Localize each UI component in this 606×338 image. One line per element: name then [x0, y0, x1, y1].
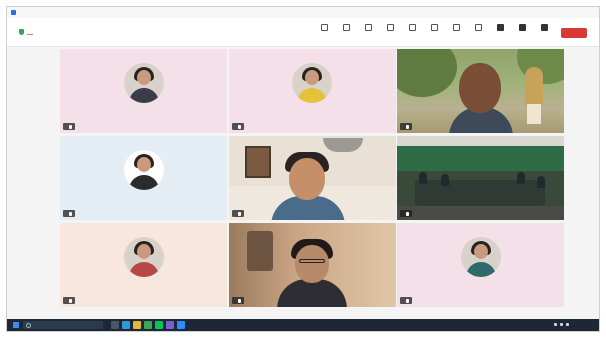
edge-browser-icon[interactable] — [122, 321, 130, 329]
microphone-icon — [519, 24, 526, 31]
participant-tile[interactable] — [60, 136, 227, 220]
chat-button[interactable] — [337, 22, 356, 43]
share-icon — [365, 24, 372, 31]
file-explorer-icon[interactable] — [133, 321, 141, 329]
volume-icon — [560, 323, 563, 326]
task-view-icon[interactable] — [111, 321, 119, 329]
camera-button[interactable] — [491, 22, 510, 43]
mic-icon — [406, 298, 409, 303]
leave-button[interactable] — [561, 28, 587, 38]
toolbar-buttons — [315, 22, 587, 43]
meeting-toolbar — [7, 18, 599, 47]
participant-video-tile[interactable] — [228, 136, 396, 220]
participants-icon — [321, 24, 328, 31]
mic-icon — [69, 298, 72, 303]
avatar — [123, 236, 164, 277]
video-gallery — [60, 49, 564, 307]
mic-icon — [69, 124, 72, 129]
wall-picture — [244, 146, 271, 178]
reactions-icon — [409, 24, 416, 31]
mic-icon — [237, 211, 241, 216]
battery-icon — [566, 323, 569, 326]
mic-icon — [406, 124, 409, 129]
apps-button[interactable] — [425, 22, 444, 43]
whiteboard-icon — [453, 24, 460, 31]
participant-name-label — [400, 210, 412, 217]
app-logo-icon — [11, 10, 16, 15]
avatar — [123, 149, 164, 190]
zoom-app-icon[interactable] — [177, 321, 185, 329]
avatar — [123, 62, 164, 103]
line-app-icon[interactable] — [155, 321, 163, 329]
participant-face — [294, 245, 329, 283]
camera-icon — [497, 24, 504, 31]
meeting-info[interactable] — [19, 29, 36, 35]
mic-icon — [69, 211, 72, 216]
search-icon — [26, 323, 31, 328]
network-icon — [554, 323, 557, 326]
whiteboard-button[interactable] — [447, 22, 466, 43]
connection-icon — [27, 30, 33, 35]
windows-taskbar — [7, 319, 599, 331]
share-screen-button[interactable] — [535, 22, 554, 43]
share-screen-icon — [541, 24, 548, 31]
participant-name-label — [63, 123, 75, 130]
windows-start-icon[interactable] — [13, 322, 19, 328]
store-icon[interactable] — [166, 321, 174, 329]
record-icon — [387, 24, 394, 31]
security-shield-icon[interactable] — [19, 29, 24, 35]
participant-face — [288, 158, 325, 200]
microphone-button[interactable] — [513, 22, 532, 43]
mic-icon — [237, 124, 241, 129]
participant-video-tile[interactable] — [228, 223, 396, 307]
chat-icon — [343, 24, 350, 31]
more-icon — [475, 24, 482, 31]
participant-video-tile[interactable] — [397, 49, 564, 133]
share-button[interactable] — [359, 22, 378, 43]
reactions-button[interactable] — [403, 22, 422, 43]
record-button[interactable] — [381, 22, 400, 43]
apps-icon — [431, 24, 438, 31]
system-tray[interactable] — [554, 323, 569, 326]
participant-name-label — [231, 297, 244, 304]
avatar — [460, 236, 501, 277]
taskbar-search-box[interactable] — [23, 321, 103, 329]
participant-tile[interactable] — [60, 49, 227, 133]
avatar — [292, 62, 332, 103]
mic-icon — [237, 298, 241, 303]
meeting-window — [6, 6, 600, 332]
participant-tile[interactable] — [397, 223, 564, 307]
participant-video-tile[interactable] — [397, 136, 564, 220]
participant-name-label — [231, 210, 244, 217]
participant-face — [459, 63, 501, 113]
shrine-background — [525, 67, 543, 107]
cabinet-background — [246, 231, 273, 271]
participant-name-label — [400, 123, 412, 130]
more-button[interactable] — [469, 22, 488, 43]
conference-table — [415, 180, 545, 206]
participant-name-label — [63, 297, 75, 304]
participant-tile[interactable] — [228, 49, 396, 133]
participant-name-label — [231, 123, 244, 130]
mic-icon — [406, 211, 409, 216]
chrome-icon[interactable] — [144, 321, 152, 329]
participants-button[interactable] — [315, 22, 334, 43]
participant-name-label — [63, 210, 75, 217]
participant-tile[interactable] — [60, 223, 227, 307]
glasses — [298, 259, 325, 263]
participant-name-label — [400, 297, 412, 304]
